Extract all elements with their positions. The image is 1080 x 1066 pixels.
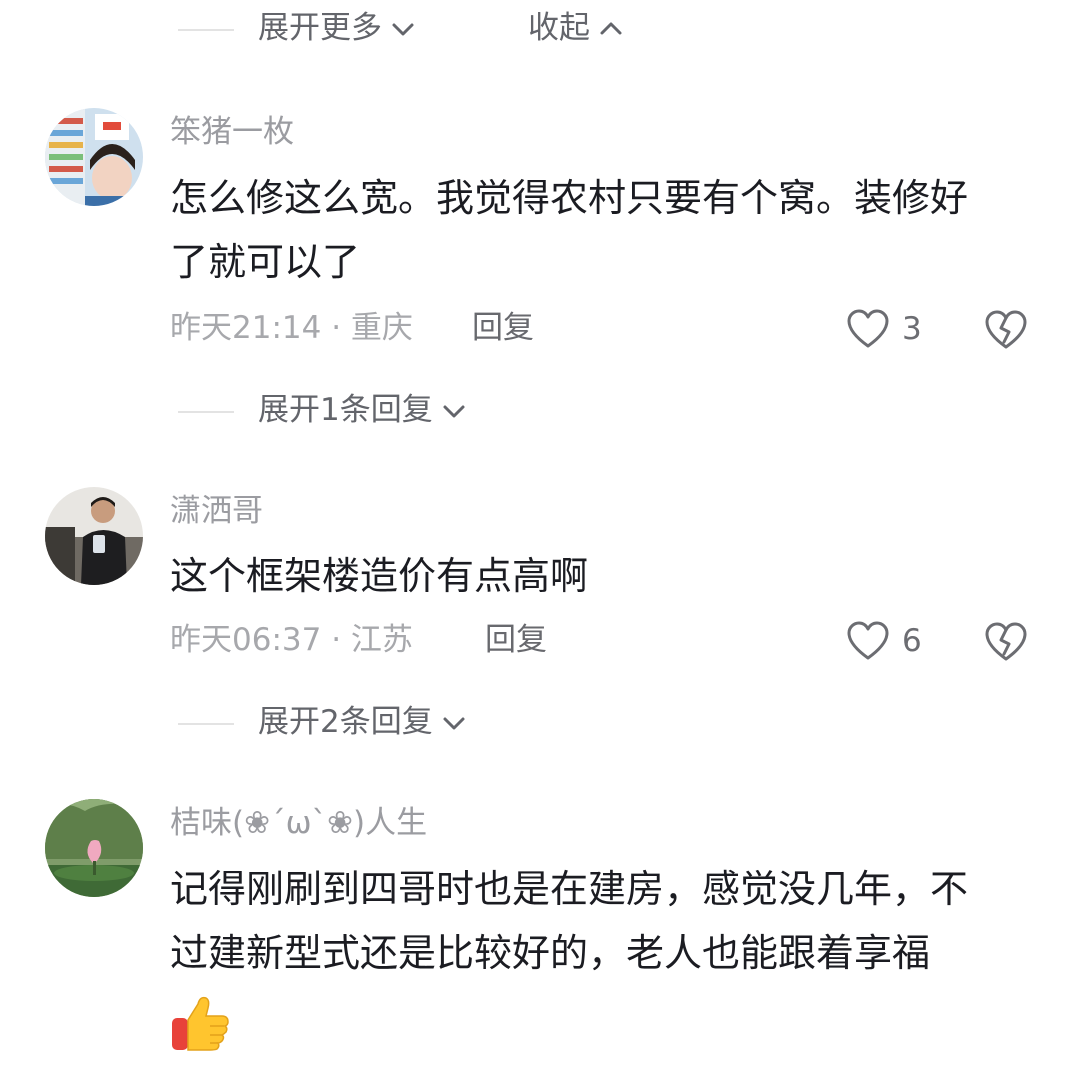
heart-icon [847,309,889,348]
chevron-down-icon [439,708,469,738]
reply-button[interactable]: 回复 [485,625,547,656]
reply-button[interactable]: 回复 [472,313,534,344]
chevron-down-icon [388,14,418,44]
like-count: 3 [902,310,922,347]
thumbs-up-emoji-icon [170,992,232,1054]
comment-username[interactable]: 笨猪一枚 [170,117,294,148]
expand-more-label: 展开更多 [258,10,382,46]
comment-text: 这个框架楼造价有点高啊 [170,544,1040,608]
comment-time-location: 昨天21:14 · 重庆 [170,310,413,346]
avatar[interactable] [45,108,143,206]
like-button[interactable]: 3 [846,308,922,350]
expand-replies-label: 展开1条回复 [258,392,433,428]
expand-replies-label: 展开2条回复 [258,704,433,740]
collapse-label: 收起 [528,10,590,46]
dislike-button[interactable] [984,308,1028,352]
heart-icon [847,621,889,660]
divider-line [178,411,234,413]
broken-heart-icon [985,622,1027,661]
expand-replies-button[interactable]: 展开2条回复 [258,707,469,738]
chevron-up-icon [596,14,626,44]
chevron-down-icon [439,396,469,426]
comment-list: 展开更多 收起 笨猪一枚 怎么修这么宽。我觉得农村只要有个窝。装修好 了就可以了… [0,0,1080,1066]
comment-text-line: 了就可以了 [170,240,361,284]
divider-line [178,723,234,725]
broken-heart-icon [985,310,1027,349]
expand-more-button[interactable]: 展开更多 [258,13,418,44]
collapse-button[interactable]: 收起 [528,13,626,44]
divider-line [178,29,234,31]
comment-text: 怎么修这么宽。我觉得农村只要有个窝。装修好 了就可以了 [170,166,1040,294]
comment-username[interactable]: 桔味(❀´ω`❀)人生 [170,808,427,839]
comment-text-line: 怎么修这么宽。我觉得农村只要有个窝。装修好 [170,176,969,220]
comment-text-line: 过建新型式还是比较好的，老人也能跟着享福 [170,931,931,975]
dislike-button[interactable] [984,620,1028,664]
comment-text: 记得刚刷到四哥时也是在建房，感觉没几年，不 过建新型式还是比较好的，老人也能跟着… [170,857,1040,985]
avatar[interactable] [45,487,143,585]
comment-time-location: 昨天06:37 · 江苏 [170,622,413,658]
like-count: 6 [902,622,922,659]
comment-text-line: 这个框架楼造价有点高啊 [170,554,589,598]
avatar[interactable] [45,799,143,897]
comment-text-line: 记得刚刷到四哥时也是在建房，感觉没几年，不 [170,867,969,911]
like-button[interactable]: 6 [846,620,922,662]
expand-replies-button[interactable]: 展开1条回复 [258,395,469,426]
comment-username[interactable]: 潇洒哥 [170,496,263,527]
